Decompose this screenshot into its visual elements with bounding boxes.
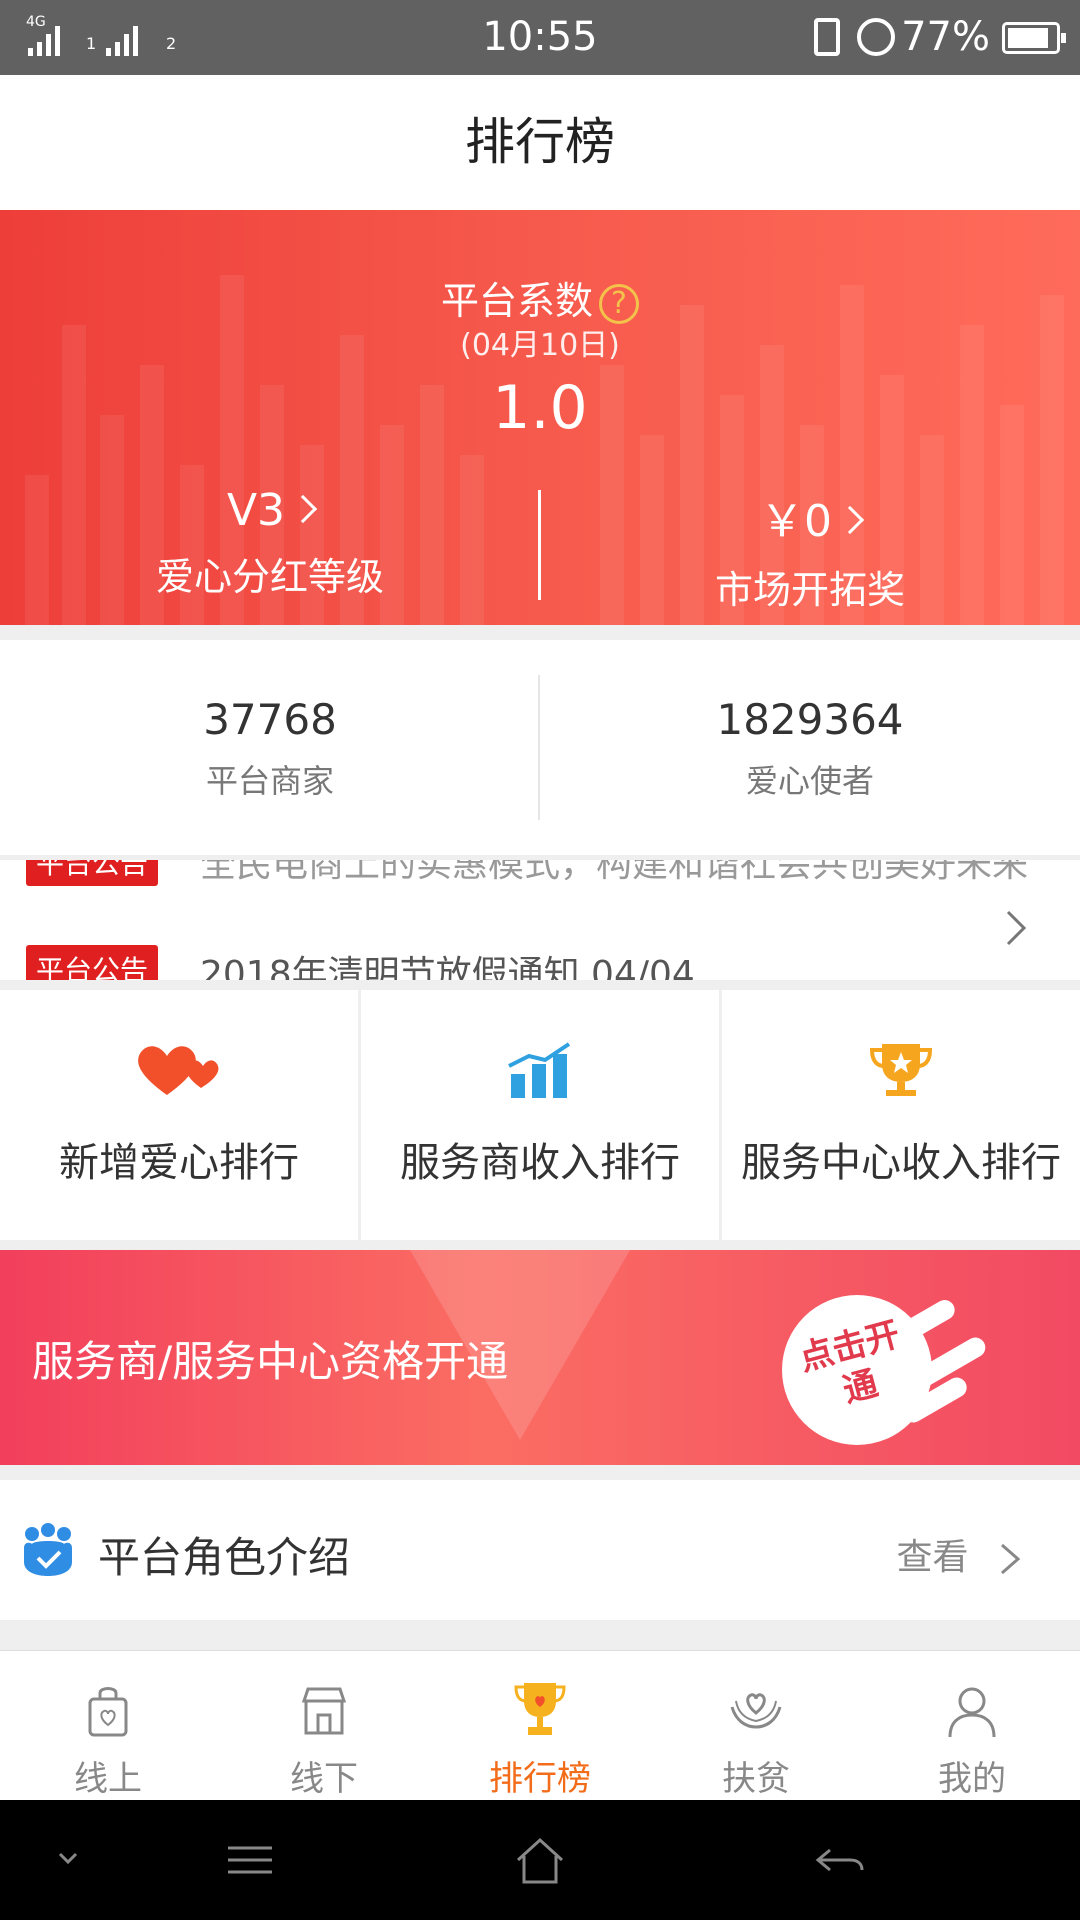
rank-label: 服务中心收入排行 [741, 1140, 1061, 1186]
status-bar: 4G 1 2 10:55 77% [0, 0, 1080, 75]
merchants-value: 37768 [203, 695, 337, 744]
level-block[interactable]: V3 爱心分红等级 [0, 485, 540, 601]
tab-label: 线下 [290, 1759, 358, 1799]
tab-poverty-relief[interactable]: 扶贫 [648, 1651, 864, 1801]
tab-label: 排行榜 [489, 1759, 591, 1799]
notice-tag: 平台公告 [26, 945, 159, 980]
back-icon[interactable] [800, 1830, 880, 1890]
platform-date: (04月10日) [460, 328, 620, 363]
battery-percent: 77% [901, 14, 990, 60]
view-label: 查看 [896, 1537, 969, 1578]
stats-panel: 37768 平台商家 1829364 爱心使者 [0, 640, 1080, 855]
chevron-right-icon [288, 494, 318, 524]
store-icon [216, 1681, 432, 1741]
chevron-right-icon [835, 505, 865, 535]
chevron-down-icon[interactable] [30, 1830, 110, 1890]
envoys-stat: 1829364 爱心使者 [540, 695, 1080, 802]
rank-center-income[interactable]: 服务中心收入排行 [722, 990, 1080, 1240]
rank-new-love[interactable]: 新增爱心排行 [0, 990, 358, 1240]
envoys-label: 爱心使者 [745, 762, 874, 800]
rankings-grid: 新增爱心排行 服务商收入排行 服务中心收入排行 [0, 990, 1080, 1240]
chevron-right-icon [1001, 1543, 1021, 1575]
trophy-icon [432, 1681, 648, 1741]
level-value: V3 [226, 485, 286, 536]
notice-tag: 平台公告 [26, 860, 159, 886]
system-nav-bar [0, 1800, 1080, 1920]
notice-text[interactable]: 2018年清明节放假通知 04/04 [200, 945, 695, 980]
rank-label: 新增爱心排行 [59, 1140, 299, 1186]
banner-text: 服务商/服务中心资格开通 [32, 1337, 509, 1386]
platform-coef-title: 平台系数? [0, 270, 1080, 325]
notice-ticker[interactable]: 平台公告 全民电商上的实惠模式，构建和谐社会共创美好未来 平台公告 2018年清… [0, 860, 1080, 980]
tab-mine[interactable]: 我的 [864, 1651, 1080, 1801]
tab-label: 我的 [938, 1759, 1006, 1799]
platform-coef-value: 1.0 [492, 373, 588, 443]
rank-label: 服务商收入排行 [400, 1140, 680, 1186]
reward-block[interactable]: ￥0 市场开拓奖 [540, 485, 1080, 614]
help-icon[interactable]: ? [599, 283, 639, 324]
user-icon [864, 1681, 1080, 1741]
tab-online[interactable]: 线上 [0, 1651, 216, 1801]
qualification-banner[interactable]: 服务商/服务中心资格开通 点击开通 [0, 1250, 1080, 1465]
role-intro-row[interactable]: 平台角色介绍 查看 [0, 1480, 1080, 1620]
bar-chart-icon [361, 1040, 719, 1110]
group-icon [20, 1522, 76, 1582]
merchants-label: 平台商家 [205, 762, 334, 800]
envoys-value: 1829364 [716, 695, 904, 744]
chevron-right-icon[interactable] [1004, 908, 1028, 952]
bottom-tab-bar: 线上 线下 排行榜 扶贫 我的 [0, 1650, 1080, 1800]
reward-value: ￥0 [760, 496, 832, 547]
tab-offline[interactable]: 线下 [216, 1651, 432, 1801]
level-label: 爱心分红等级 [155, 555, 384, 599]
tab-label: 扶贫 [722, 1759, 790, 1799]
trophy-icon [722, 1040, 1080, 1110]
title-bar: 排行榜 [0, 75, 1080, 210]
role-intro-label: 平台角色介绍 [98, 1533, 351, 1582]
alarm-icon [857, 18, 895, 56]
page-title: 排行榜 [465, 113, 615, 171]
home-icon[interactable] [500, 1830, 580, 1890]
hearts-icon [0, 1040, 358, 1110]
shopping-bag-icon [0, 1681, 216, 1741]
battery-icon [1002, 22, 1066, 54]
notice-text-prev: 全民电商上的实惠模式，构建和谐社会共创美好未来 [200, 860, 1029, 885]
heart-hands-icon [648, 1681, 864, 1741]
tab-rankings[interactable]: 排行榜 [432, 1651, 648, 1801]
view-link[interactable]: 查看 [897, 1528, 1030, 1580]
menu-icon[interactable] [210, 1830, 290, 1890]
platform-panel: 平台系数? (04月10日) 1.0 V3 爱心分红等级 ￥0 市场开拓奖 [0, 210, 1080, 625]
rank-provider-income[interactable]: 服务商收入排行 [361, 990, 719, 1240]
tab-label: 线上 [74, 1759, 142, 1799]
platform-coef-label: 平台系数 [440, 279, 593, 323]
merchants-stat: 37768 平台商家 [0, 695, 540, 802]
reward-label: 市场开拓奖 [714, 568, 905, 612]
vibrate-icon [814, 18, 840, 56]
